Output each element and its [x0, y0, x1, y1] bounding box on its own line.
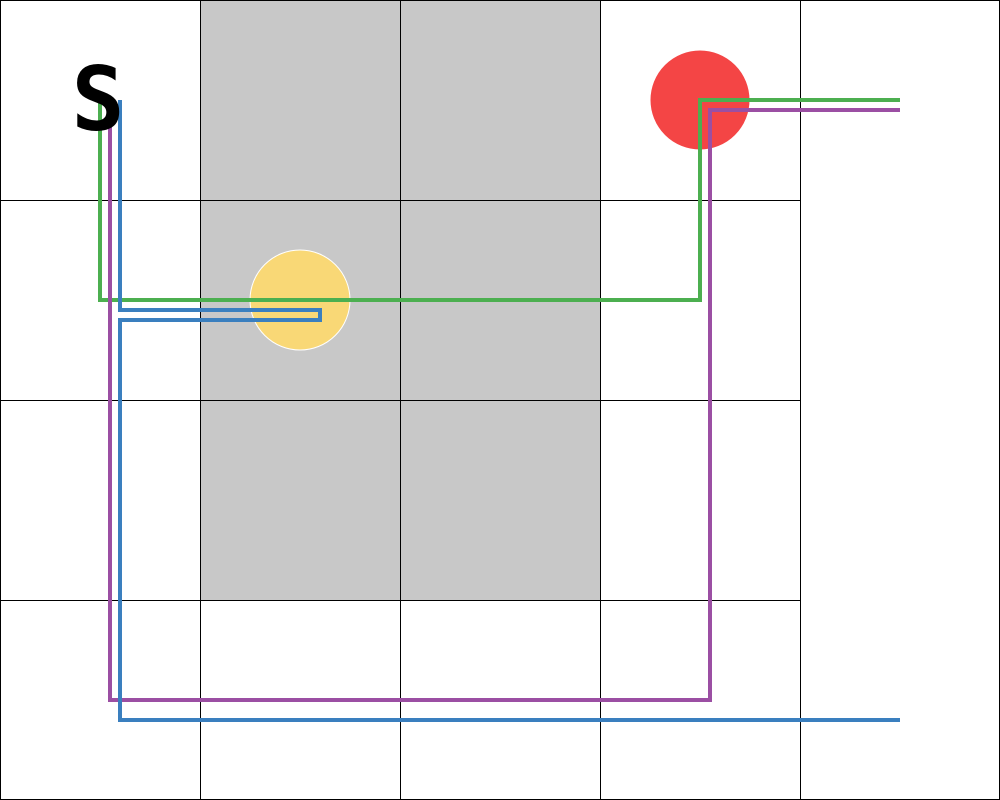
start-label: S: [72, 48, 125, 151]
blocked-cell: [200, 0, 400, 200]
blocked-cell: [400, 0, 600, 200]
game-board: S: [0, 0, 1000, 800]
blocked-cell: [200, 400, 400, 600]
blocked-cell: [400, 400, 600, 600]
